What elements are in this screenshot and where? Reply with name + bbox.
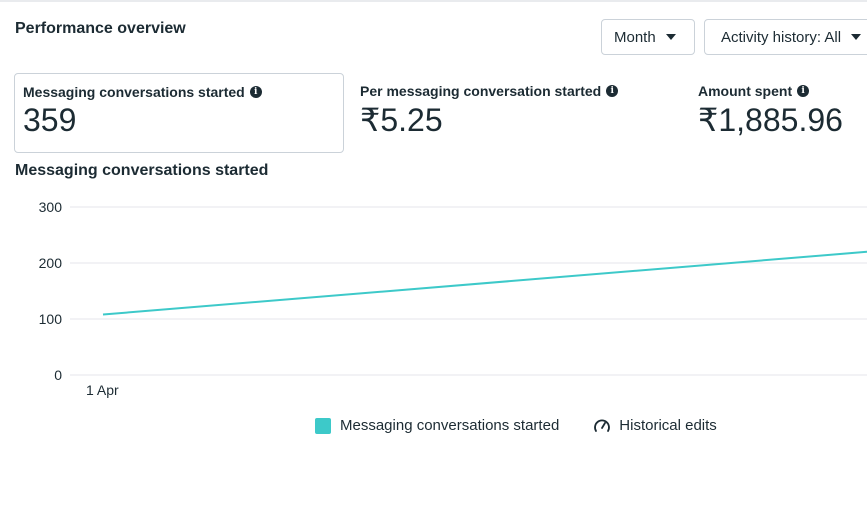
top-divider <box>0 0 867 2</box>
y-tick-label: 200 <box>39 255 63 271</box>
caret-down-icon <box>851 34 862 40</box>
activity-history-dropdown[interactable]: Activity history: All <box>704 19 867 55</box>
info-icon[interactable]: i <box>797 85 810 97</box>
metric-card-cost-per-conversation[interactable]: Per messaging conversation started i ₹5.… <box>352 73 682 153</box>
legend-edits-label[interactable]: Historical edits <box>619 417 717 434</box>
series-swatch <box>315 417 331 434</box>
page-title: Performance overview <box>15 20 186 37</box>
activity-history-label: Activity history: All <box>721 28 842 46</box>
metric-label: Per messaging conversation started <box>360 83 602 99</box>
metric-card-conversations[interactable]: Messaging conversations started i 359 <box>14 73 344 153</box>
y-tick-label: 100 <box>39 311 63 327</box>
info-icon[interactable]: i <box>249 86 262 98</box>
metric-value: 359 <box>23 102 77 138</box>
metric-card-amount-spent[interactable]: Amount spent i ₹1,885.96 <box>690 73 867 153</box>
line-chart: 0 100 200 300 1 Apr <box>39 199 867 398</box>
y-tick-label: 0 <box>54 367 62 383</box>
metric-value: ₹5.25 <box>360 102 443 138</box>
metric-label: Messaging conversations started <box>23 84 245 100</box>
metric-label-row: Messaging conversations started i <box>23 84 335 100</box>
metric-value: ₹1,885.96 <box>698 102 843 138</box>
legend-series-label[interactable]: Messaging conversations started <box>340 417 559 434</box>
metric-label-row: Amount spent i <box>698 83 867 99</box>
chart-legend: Messaging conversations started Historic… <box>315 417 717 434</box>
info-icon[interactable]: i <box>606 85 619 97</box>
month-dropdown[interactable]: Month <box>601 19 695 55</box>
gauge-icon <box>594 419 611 432</box>
month-dropdown-label: Month <box>614 28 656 46</box>
metric-label-row: Per messaging conversation started i <box>360 83 674 99</box>
metric-label: Amount spent <box>698 83 793 99</box>
chart-title: Messaging conversations started <box>15 162 269 179</box>
y-tick-label: 300 <box>39 199 63 215</box>
series-line <box>102 250 867 316</box>
x-tick-label: 1 Apr <box>86 382 119 398</box>
caret-down-icon <box>665 34 676 40</box>
